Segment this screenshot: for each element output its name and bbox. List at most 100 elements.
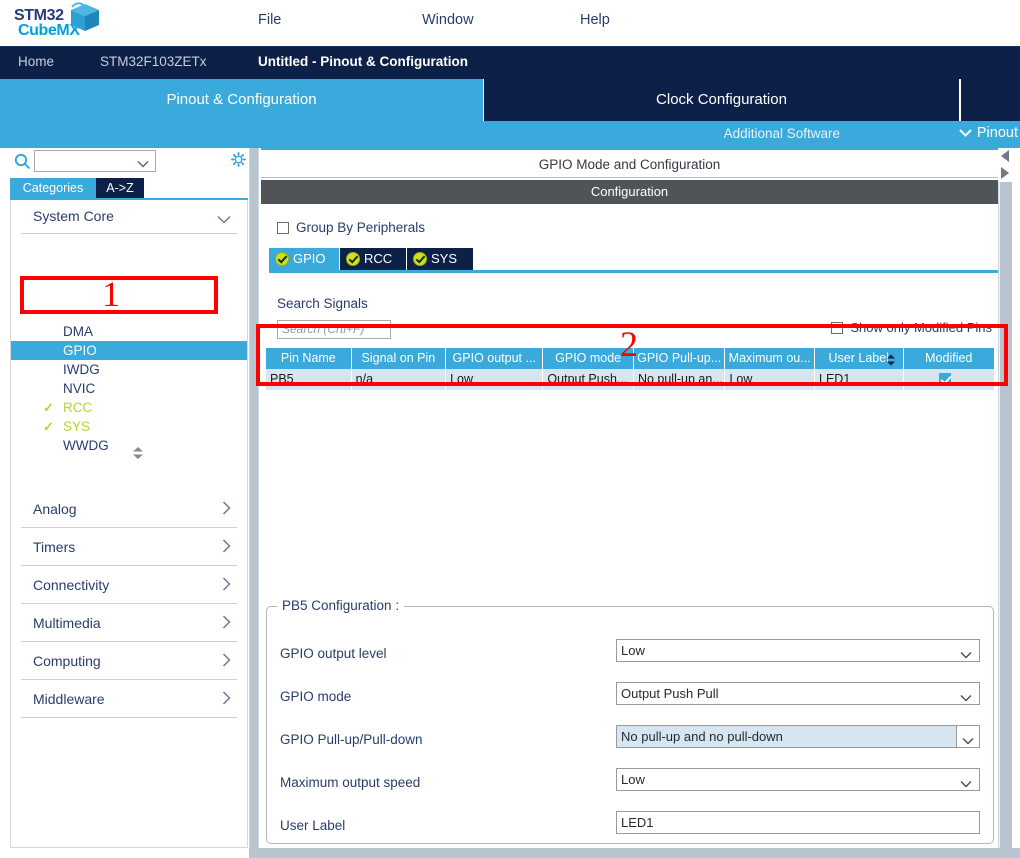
sidebar-category-timers[interactable]: Timers [21,528,237,566]
chevron-right-icon [222,577,231,596]
group-by-peripherals-label: Group By Peripherals [296,220,426,235]
chevron-right-icon [222,501,231,520]
sidebar-item-nvic[interactable]: NVIC [11,379,247,398]
sidebar-item-sys[interactable]: ✓ SYS [11,417,247,436]
sidebar-category-connectivity[interactable]: Connectivity [21,566,237,604]
peripheral-list: DMA GPIO IWDG NVIC ✓ RCC ✓ SYS WWDG [11,322,247,455]
main-vertical-scrollbar[interactable] [998,182,1012,848]
tab-categories[interactable]: Categories [10,178,96,198]
search-input[interactable] [34,150,156,172]
cell-maximum-output: Low [725,369,816,390]
breadcrumb-project[interactable]: Untitled - Pinout & Configuration [258,54,468,69]
field-gpio-pull-up-pull-down: GPIO Pull-up/Pull-down No pull-up and no… [267,725,995,755]
sidebar-group-label: System Core [33,208,114,224]
tab-pinout-configuration[interactable]: Pinout & Configuration [0,79,483,121]
configuration-section-header: Configuration [261,180,998,204]
sidebar-item-dma[interactable]: DMA [11,322,247,341]
sidebar-category-computing[interactable]: Computing [21,642,237,680]
menu-help[interactable]: Help [574,10,616,30]
pin-configuration-legend: PB5 Configuration : [277,598,405,613]
left-sidebar: Categories A->Z System Core DMA GPIO IWD… [0,148,248,848]
sidebar-item-label: IWDG [63,362,100,377]
main-vertical-scrollbar-thumb[interactable] [1000,182,1012,848]
pinout-dropdown-button[interactable]: Pinout [959,125,1018,141]
gpio-mode-value: Output Push Pull [621,686,719,701]
annotation-number-2: 2 [620,324,638,364]
search-signals-label: Search Signals [277,296,368,311]
menu-file[interactable]: File [252,10,287,30]
signal-search-input[interactable]: Search (Crtl+F) [277,320,391,339]
sub-toolbar: Additional Software Pinout [0,121,1020,148]
chevron-down-icon [959,125,972,141]
group-by-peripherals-checkbox[interactable]: Group By Peripherals [277,220,425,235]
category-list: Analog Timers Connectivity Multimedia Co… [11,490,247,718]
check-badge-icon [413,252,427,266]
additional-software-button[interactable]: Additional Software [724,126,840,141]
tab-gpio-label: GPIO [293,251,326,266]
column-header-pin-name[interactable]: Pin Name [266,348,352,369]
breadcrumb-home[interactable]: Home [18,54,54,69]
sidebar-item-rcc[interactable]: ✓ RCC [11,398,247,417]
sidebar-scrollbar-thumb[interactable] [250,148,258,848]
tab-project-manager[interactable] [961,79,1020,121]
field-gpio-output-level: GPIO output level Low [267,639,995,669]
menu-bar: STM32 CubeMX File Window Help [0,0,1020,47]
column-header-modified[interactable]: Modified [903,348,994,369]
user-label-input[interactable]: LED1 [616,811,980,834]
sidebar-item-label: SYS [63,419,91,434]
gpio-output-level-select[interactable]: Low [616,639,980,662]
tab-rcc[interactable]: RCC [340,248,406,270]
gpio-output-level-value: Low [621,643,645,658]
gpio-pull-up-pull-down-select[interactable]: No pull-up and no pull-down [616,725,980,748]
sidebar-item-label: GPIO [63,343,97,358]
maximum-output-speed-select[interactable]: Low [616,768,980,791]
maximum-output-speed-value: Low [621,772,645,787]
tab-a-to-z[interactable]: A->Z [96,178,144,198]
app-logo: STM32 CubeMX [10,2,100,44]
cell-gpio-mode: Output Push... [543,369,634,390]
column-header-user-label[interactable]: User Label [814,348,904,369]
field-maximum-output-speed: Maximum output speed Low [267,768,995,798]
field-label: Maximum output speed [280,775,421,790]
sidebar-item-gpio[interactable]: GPIO [11,341,247,360]
tab-clock-configuration[interactable]: Clock Configuration [484,79,959,121]
column-header-gpio-pull-up[interactable]: GPIO Pull-up... [633,348,726,369]
configuration-panel: GPIO Mode and Configuration Configuratio… [261,148,998,848]
sidebar-category-label: Connectivity [33,577,110,593]
cube-icon [71,2,99,31]
check-badge-icon [346,252,360,266]
sidebar-panel: System Core DMA GPIO IWDG NVIC ✓ RCC ✓ S… [10,200,248,848]
tab-rcc-label: RCC [364,251,393,266]
sidebar-category-multimedia[interactable]: Multimedia [21,604,237,642]
sidebar-tab-bar: Categories A->Z [0,178,248,198]
panel-scroll-arrows[interactable] [998,148,1012,182]
show-only-modified-pins-checkbox[interactable]: Show only Modified Pins [831,320,992,335]
breadcrumb: Home STM32F103ZETx Untitled - Pinout & C… [0,47,1020,123]
modified-checkbox[interactable] [939,373,952,385]
table-row[interactable]: PB5 n/a Low Output Push... No pull-up an… [266,369,994,390]
column-header-signal-on-pin[interactable]: Signal on Pin [351,348,447,369]
field-user-label: User Label LED1 [267,811,995,841]
sidebar-category-analog[interactable]: Analog [21,490,237,528]
chevron-down-icon [137,155,149,173]
pin-configuration-groupbox: PB5 Configuration : GPIO output level Lo… [266,598,995,844]
sidebar-category-label: Middleware [33,691,105,707]
main-tab-bar: Pinout & Configuration Clock Configurati… [0,79,1020,121]
menu-window[interactable]: Window [416,10,480,30]
page-title: GPIO Mode and Configuration [261,148,998,178]
tab-gpio[interactable]: GPIO [269,248,339,270]
gpio-mode-select[interactable]: Output Push Pull [616,682,980,705]
column-header-gpio-output-level[interactable]: GPIO output ... [446,348,544,369]
gear-icon[interactable] [231,152,246,172]
sidebar-category-middleware[interactable]: Middleware [21,680,237,718]
sidebar-item-iwdg[interactable]: IWDG [11,360,247,379]
column-header-maximum-output[interactable]: Maximum ou... [725,348,815,369]
bottom-left-spacer [0,848,249,858]
sidebar-group-system-core[interactable]: System Core [21,200,237,234]
cell-gpio-pull-up: No pull-up an... [633,369,726,390]
sidebar-scrollbar[interactable] [249,148,259,848]
tab-sys[interactable]: SYS [407,248,473,270]
sidebar-item-wwdg[interactable]: WWDG [11,436,247,455]
gpio-pull-up-pull-down-value: No pull-up and no pull-down [621,729,783,744]
breadcrumb-mcu[interactable]: STM32F103ZETx [100,54,207,69]
